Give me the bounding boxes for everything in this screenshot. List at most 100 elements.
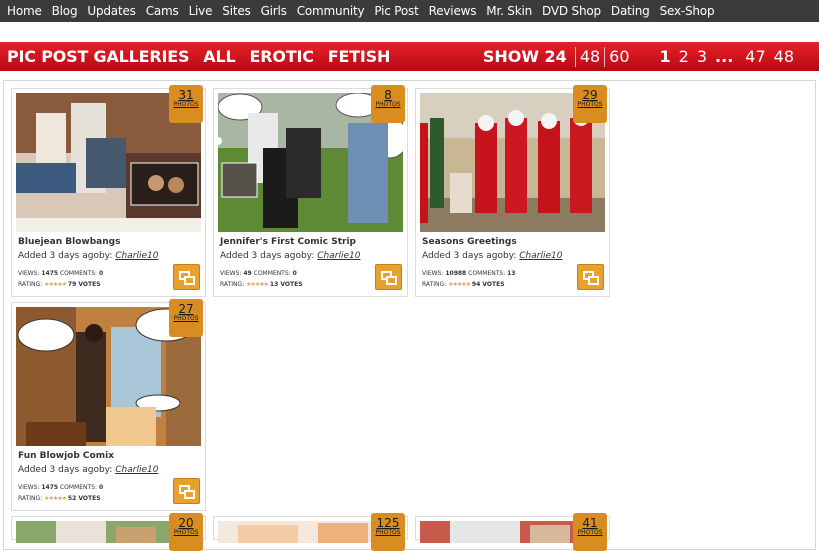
views-label: VIEWS:	[18, 484, 40, 491]
photo-count: 8	[384, 88, 392, 102]
nav-home[interactable]: Home	[2, 4, 47, 18]
photo-count-label: PHOTOS	[173, 315, 199, 322]
views-count: 1475	[41, 270, 59, 277]
gallery-grid: 31 PHOTOS Bluejean Blowbangs Added 3 day…	[3, 80, 816, 551]
gallery-stats: VIEWS: 49 COMMENTS: 0 RATING: ★★★★★ 13 V…	[220, 268, 303, 290]
views-count: 10988	[445, 270, 467, 277]
page-1-link[interactable]: 1	[660, 47, 671, 66]
comments-count: 0	[292, 270, 297, 277]
gallery-title[interactable]: Jennifer's First Comic Strip	[220, 237, 356, 247]
votes-count: 79 VOTES	[67, 281, 101, 288]
show-60-option[interactable]: 60	[609, 47, 629, 66]
author-link[interactable]: Charlie10	[115, 251, 158, 261]
photo-count-label: PHOTOS	[577, 529, 603, 536]
nav-reviews[interactable]: Reviews	[424, 4, 482, 18]
gallery-added-info: Added 3 days agoby: Charlie10	[220, 251, 360, 261]
added-text: Added 3 days agoby:	[18, 465, 113, 475]
comments-count: 13	[507, 270, 516, 277]
star-rating-icon[interactable]: ★★★★★	[44, 495, 67, 502]
star-rating-icon[interactable]: ★★★★★	[44, 281, 67, 288]
rating-label: RATING:	[18, 495, 43, 502]
author-link[interactable]: Charlie10	[317, 251, 360, 261]
show-24-option[interactable]: SHOW 24	[483, 47, 567, 66]
top-navigation: Home Blog Updates Cams Live Sites Girls …	[0, 0, 819, 22]
gallery-open-icon[interactable]	[173, 264, 200, 290]
page-2-link[interactable]: 2	[679, 47, 689, 66]
gallery-title[interactable]: Bluejean Blowbangs	[18, 237, 120, 247]
photo-count: 27	[178, 302, 194, 316]
nav-mr-skin[interactable]: Mr. Skin	[481, 4, 537, 18]
photo-count-label: PHOTOS	[173, 101, 199, 108]
show-48-option[interactable]: 48	[580, 47, 600, 66]
rating-row: RATING: ★★★★★ 79 VOTES	[18, 279, 103, 290]
author-link[interactable]: Charlie10	[519, 251, 562, 261]
photo-count-badge[interactable]: 29 PHOTOS	[573, 85, 607, 123]
gallery-added-info: Added 3 days agoby: Charlie10	[18, 465, 158, 475]
page-3-link[interactable]: 3	[697, 47, 707, 66]
gallery-stats: VIEWS: 10988 COMMENTS: 13 RATING: ★★★★★ …	[422, 268, 515, 290]
views-comments-row: VIEWS: 1475 COMMENTS: 0	[18, 482, 103, 493]
gallery-open-icon[interactable]	[173, 478, 200, 504]
photo-count: 29	[582, 88, 598, 102]
rating-row: RATING: ★★★★★ 13 VOTES	[220, 279, 303, 290]
pagination-ellipsis: ...	[715, 47, 734, 66]
nav-sex-shop[interactable]: Sex-Shop	[655, 4, 720, 18]
category-erotic-link[interactable]: EROTIC	[249, 47, 313, 66]
photo-count: 41	[582, 516, 598, 530]
rating-label: RATING:	[422, 281, 447, 288]
nav-blog[interactable]: Blog	[47, 4, 83, 18]
photo-count: 125	[376, 516, 400, 530]
nav-updates[interactable]: Updates	[82, 4, 140, 18]
rating-row: RATING: ★★★★★ 52 VOTES	[18, 493, 103, 504]
nav-cams[interactable]: Cams	[141, 4, 184, 18]
photo-count-badge[interactable]: 125 PHOTOS	[371, 513, 405, 551]
gallery-added-info: Added 3 days agoby: Charlie10	[422, 251, 562, 261]
gallery-card: 8 PHOTOS Jennifer's First Comic Strip Ad…	[213, 85, 408, 297]
rating-row: RATING: ★★★★★ 94 VOTES	[422, 279, 515, 290]
views-label: VIEWS:	[18, 270, 40, 277]
photo-count-badge[interactable]: 31 PHOTOS	[169, 85, 203, 123]
gallery-stats: VIEWS: 1475 COMMENTS: 0 RATING: ★★★★★ 79…	[18, 268, 103, 290]
views-count: 1475	[41, 484, 59, 491]
nav-dvd-shop[interactable]: DVD Shop	[537, 4, 606, 18]
nav-community[interactable]: Community	[292, 4, 370, 18]
added-text: Added 3 days agoby:	[422, 251, 517, 261]
photo-count-badge[interactable]: 8 PHOTOS	[371, 85, 405, 123]
views-count: 49	[243, 270, 252, 277]
rating-label: RATING:	[220, 281, 245, 288]
gallery-added-info: Added 3 days agoby: Charlie10	[18, 251, 158, 261]
comments-label: COMMENTS:	[468, 270, 506, 277]
gallery-open-icon[interactable]	[375, 264, 402, 290]
photo-count-label: PHOTOS	[577, 101, 603, 108]
page-48-link[interactable]: 48	[774, 47, 794, 66]
photo-count: 20	[178, 516, 194, 530]
rating-label: RATING:	[18, 281, 43, 288]
category-fetish-link[interactable]: FETISH	[328, 47, 391, 66]
divider	[604, 46, 606, 67]
votes-count: 94 VOTES	[471, 281, 505, 288]
gallery-card: 31 PHOTOS Bluejean Blowbangs Added 3 day…	[11, 85, 206, 297]
nav-girls[interactable]: Girls	[256, 4, 292, 18]
photo-count-label: PHOTOS	[173, 529, 199, 536]
gallery-open-icon[interactable]	[577, 264, 604, 290]
star-rating-icon[interactable]: ★★★★★	[448, 281, 471, 288]
photo-count-badge[interactable]: 27 PHOTOS	[169, 299, 203, 337]
nav-pic-post[interactable]: Pic Post	[369, 4, 423, 18]
photo-count: 31	[178, 88, 194, 102]
gallery-title[interactable]: Seasons Greetings	[422, 237, 517, 247]
category-all-link[interactable]: ALL	[203, 47, 235, 66]
views-comments-row: VIEWS: 10988 COMMENTS: 13	[422, 268, 515, 279]
added-text: Added 3 days agoby:	[18, 251, 113, 261]
comments-count: 0	[98, 484, 104, 491]
views-label: VIEWS:	[220, 270, 242, 277]
nav-live[interactable]: Live	[184, 4, 218, 18]
nav-dating[interactable]: Dating	[606, 4, 655, 18]
author-link[interactable]: Charlie10	[115, 465, 158, 475]
star-rating-icon[interactable]: ★★★★★	[246, 281, 269, 288]
photo-count-badge[interactable]: 41 PHOTOS	[573, 513, 607, 551]
page-47-link[interactable]: 47	[745, 47, 765, 66]
votes-count: 52 VOTES	[67, 495, 101, 502]
gallery-title[interactable]: Fun Blowjob Comix	[18, 451, 114, 461]
nav-sites[interactable]: Sites	[217, 4, 255, 18]
photo-count-badge[interactable]: 20 PHOTOS	[169, 513, 203, 551]
